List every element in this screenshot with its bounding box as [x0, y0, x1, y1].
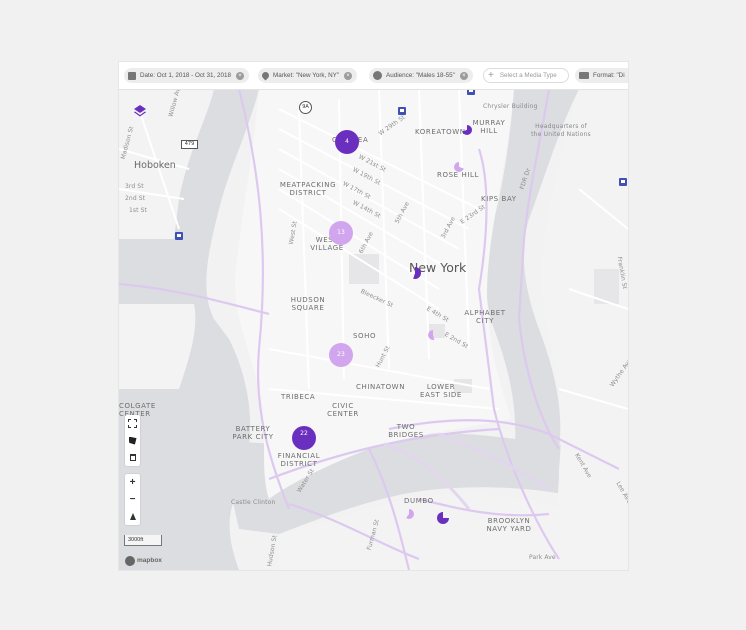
filter-bar: Date: Oct 1, 2018 - Oct 31, 2018 × Marke…: [119, 62, 628, 90]
map-panel: Date: Oct 1, 2018 - Oct 31, 2018 × Marke…: [119, 62, 628, 570]
soho-label: SOHO: [353, 332, 377, 340]
layers-icon: [134, 105, 146, 117]
draw-polygon-button[interactable]: [125, 432, 140, 449]
transit-station-icon: [619, 178, 627, 186]
alphabet-city-label: ALPHABET CITY: [464, 309, 506, 325]
remove-date-filter-icon[interactable]: ×: [236, 71, 245, 80]
zoom-in-button[interactable]: +: [125, 474, 140, 491]
location-marker[interactable]: [462, 125, 472, 135]
civic-center-label: CIVIC CENTER: [327, 402, 359, 418]
layers-button[interactable]: [133, 104, 147, 118]
zoom-out-button[interactable]: −: [125, 491, 140, 508]
map-canvas[interactable]: Hoboken New York MEATPACKING DISTRICT WE…: [119, 89, 628, 570]
media-type-select[interactable]: + Select a Media Type: [483, 68, 569, 83]
format-icon: [579, 72, 589, 79]
select-rectangle-icon: [128, 419, 137, 428]
format-filter-chip[interactable]: Format: "Di: [575, 68, 628, 83]
mapbox-wordmark: mapbox: [137, 557, 162, 564]
hoboken-label: Hoboken: [134, 160, 176, 171]
remove-market-filter-icon[interactable]: ×: [344, 71, 353, 80]
street-label: 2nd St: [125, 195, 146, 202]
castle-clinton-label: Castle Clinton: [231, 499, 276, 506]
rose-hill-label: ROSE HILL: [437, 171, 479, 179]
tribeca-label: TRIBECA: [281, 393, 316, 401]
cluster-count: 23: [337, 351, 345, 358]
location-marker[interactable]: [454, 162, 464, 172]
draw-polygon-icon: [128, 436, 137, 445]
two-bridges-label: TWO BRIDGES: [388, 423, 424, 439]
route-shield-479: 479: [181, 140, 198, 149]
audience-icon: [373, 71, 382, 80]
street-label: Park Ave: [529, 554, 556, 561]
meatpacking-district-label: MEATPACKING DISTRICT: [279, 181, 337, 197]
market-filter-chip[interactable]: Market: "New York, NY" ×: [258, 68, 358, 83]
trash-icon: [129, 454, 136, 461]
compass-icon: [129, 513, 136, 520]
location-pin-icon: [260, 70, 271, 81]
location-marker[interactable]: [428, 330, 438, 340]
marker-cluster[interactable]: 13: [329, 221, 353, 245]
media-type-placeholder: Select a Media Type: [499, 72, 557, 79]
plus-icon: +: [488, 69, 494, 81]
scale-bar: 3000ft: [124, 535, 162, 546]
date-filter-label: Date: Oct 1, 2018 - Oct 31, 2018: [140, 72, 232, 79]
market-filter-label: Market: "New York, NY": [273, 72, 340, 79]
marker-cluster[interactable]: 22: [292, 426, 316, 450]
dumbo-label: DUMBO: [404, 497, 434, 505]
compass-button[interactable]: [125, 508, 140, 525]
transit-station-icon: [175, 232, 183, 240]
cluster-count: 4: [345, 138, 349, 145]
financial-district-label: FINANCIAL DISTRICT: [277, 452, 321, 468]
cluster-count: 22: [300, 430, 308, 437]
audience-filter-chip[interactable]: Audience: "Males 18-55" ×: [369, 68, 473, 83]
zoom-controls: + −: [125, 474, 140, 525]
date-filter-chip[interactable]: Date: Oct 1, 2018 - Oct 31, 2018 ×: [124, 68, 250, 83]
hudson-square-label: HUDSON SQUARE: [290, 296, 326, 312]
location-marker[interactable]: [409, 267, 421, 279]
marker-cluster[interactable]: 4: [335, 130, 359, 154]
mapbox-logo[interactable]: mapbox: [125, 555, 162, 566]
trash-button[interactable]: [125, 449, 140, 466]
murray-hill-label: MURRAY HILL: [472, 119, 506, 135]
koreatown-label: KOREATOWN: [415, 128, 466, 136]
mapbox-logo-icon: [125, 555, 135, 566]
chrysler-building-label: Chrysler Building: [483, 103, 538, 110]
battery-park-city-label: BATTERY PARK CITY: [232, 425, 274, 441]
route-shield-9a: 9A: [299, 101, 312, 114]
calendar-icon: [128, 71, 136, 80]
cluster-count: 13: [337, 229, 345, 236]
location-marker[interactable]: [437, 512, 449, 524]
marker-cluster[interactable]: 23: [329, 343, 353, 367]
remove-audience-filter-icon[interactable]: ×: [459, 71, 468, 80]
chinatown-label: CHINATOWN: [356, 383, 406, 391]
lower-east-side-label: LOWER EAST SIDE: [420, 383, 462, 399]
un-headquarters-label: Headquarters of the United Nations: [531, 123, 591, 138]
draw-toolbar: [125, 415, 140, 466]
kips-bay-label: KIPS BAY: [481, 195, 517, 203]
brooklyn-navy-yard-label: BROOKLYN NAVY YARD: [486, 517, 532, 533]
format-filter-label: Format: "Di: [593, 72, 625, 79]
audience-filter-label: Audience: "Males 18-55": [386, 72, 455, 79]
location-marker[interactable]: [404, 509, 414, 519]
street-label: 3rd St: [125, 183, 144, 190]
street-label: 1st St: [129, 207, 147, 214]
select-rectangle-button[interactable]: [125, 415, 140, 432]
